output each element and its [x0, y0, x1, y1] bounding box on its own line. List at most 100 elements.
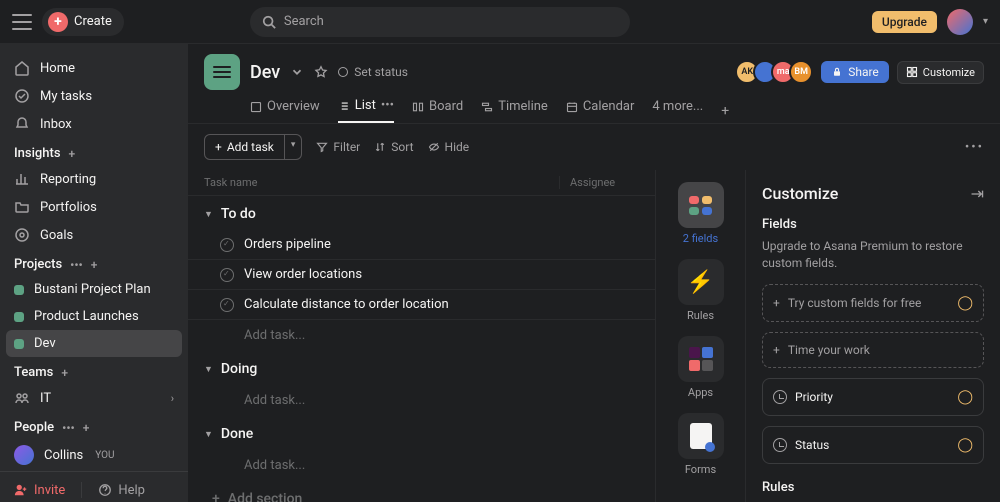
sidebar-item-project-launches[interactable]: Product Launches	[0, 303, 188, 330]
sidebar-item-project-dev[interactable]: Dev	[6, 330, 182, 357]
list-icon	[338, 100, 350, 112]
tab-list[interactable]: List •••	[338, 98, 394, 123]
sidebar-header-people[interactable]: People ••• +	[0, 412, 188, 439]
task-complete-checkbox[interactable]	[220, 238, 234, 252]
hide-button[interactable]: Hide	[428, 140, 470, 154]
add-task-inline[interactable]: Add task...	[188, 385, 655, 416]
chevron-down-icon[interactable]	[290, 65, 304, 79]
sidebar-item-my-tasks[interactable]: My tasks	[0, 82, 188, 110]
add-task-button[interactable]: + Add task	[204, 134, 285, 160]
sidebar-header-projects[interactable]: Projects ••• +	[0, 249, 188, 276]
add-tab-button[interactable]: +	[721, 103, 729, 119]
add-task-inline[interactable]: Add task...	[188, 450, 655, 481]
task-title: Calculate distance to order location	[244, 297, 449, 312]
plus-icon: +	[773, 343, 780, 357]
rail-rules[interactable]: ⚡	[678, 259, 724, 305]
sort-button[interactable]: Sort	[374, 140, 413, 154]
tab-board[interactable]: Board	[412, 99, 463, 122]
rail-forms[interactable]	[678, 413, 724, 459]
upgrade-button[interactable]: Upgrade	[872, 11, 937, 33]
more-icon[interactable]: •••	[62, 421, 75, 435]
plus-icon: +	[48, 12, 68, 32]
tab-timeline[interactable]: Timeline	[481, 99, 548, 122]
chevron-down-icon[interactable]: ▾	[983, 16, 988, 27]
priority-field-card[interactable]: Priority ◯	[762, 378, 984, 416]
rail-apps[interactable]	[678, 336, 724, 382]
plus-icon[interactable]: +	[91, 258, 98, 272]
chart-icon	[14, 171, 30, 187]
rules-heading: Rules	[762, 480, 984, 495]
rail-fields[interactable]	[678, 182, 724, 228]
apps-icon	[689, 347, 713, 371]
premium-icon: ◯	[957, 437, 973, 453]
task-complete-checkbox[interactable]	[220, 268, 234, 282]
member-avatars[interactable]: AK ma BM	[741, 60, 813, 84]
sidebar-item-person-collins[interactable]: Collins YOU	[0, 439, 188, 471]
sidebar-header-teams[interactable]: Teams +	[0, 357, 188, 384]
customize-button[interactable]: Customize	[897, 61, 984, 84]
sidebar-item-goals[interactable]: Goals	[0, 221, 188, 249]
add-task-dropdown[interactable]: ▾	[285, 134, 303, 160]
more-icon[interactable]: •••	[381, 98, 394, 113]
star-icon[interactable]	[314, 65, 328, 79]
avatar	[14, 445, 34, 465]
section-header-todo[interactable]: ▼ To do	[188, 196, 655, 230]
team-icon	[14, 390, 30, 406]
plus-icon: +	[773, 296, 780, 310]
bell-icon	[14, 116, 30, 132]
task-row[interactable]: Orders pipeline	[188, 230, 655, 260]
sidebar-item-project-bustani[interactable]: Bustani Project Plan	[0, 276, 188, 303]
help-icon	[98, 483, 112, 497]
sidebar-item-team-it[interactable]: IT ›	[0, 384, 188, 412]
task-row[interactable]: Calculate distance to order location	[188, 290, 655, 320]
plus-icon[interactable]: +	[83, 421, 90, 435]
triangle-down-icon: ▼	[204, 429, 213, 440]
toolbar-more[interactable]: •••	[965, 140, 984, 155]
menu-toggle[interactable]	[12, 14, 32, 30]
chevron-right-icon: ›	[171, 392, 174, 405]
project-color-dot	[14, 339, 24, 349]
sidebar-item-home[interactable]: Home	[0, 54, 188, 82]
tab-overview[interactable]: Overview	[250, 99, 320, 122]
triangle-down-icon: ▼	[204, 364, 213, 375]
task-complete-checkbox[interactable]	[220, 298, 234, 312]
sidebar-item-portfolios[interactable]: Portfolios	[0, 193, 188, 221]
tab-more[interactable]: 4 more...	[652, 99, 703, 122]
plus-icon: +	[212, 491, 220, 502]
sidebar-item-reporting[interactable]: Reporting	[0, 165, 188, 193]
filter-button[interactable]: Filter	[316, 140, 360, 154]
invite-button[interactable]: Invite	[14, 483, 65, 498]
plus-icon[interactable]: +	[69, 147, 76, 161]
help-button[interactable]: Help	[98, 483, 145, 498]
plus-icon: +	[215, 140, 222, 154]
tab-calendar[interactable]: Calendar	[566, 99, 635, 122]
fields-heading: Fields	[762, 217, 984, 232]
sidebar-item-inbox[interactable]: Inbox	[0, 110, 188, 138]
clock-icon	[773, 390, 787, 404]
add-section-button[interactable]: + Add section	[188, 481, 655, 502]
project-title: Dev	[250, 62, 280, 83]
status-button[interactable]: Set status	[338, 65, 408, 79]
section-header-doing[interactable]: ▼ Doing	[188, 351, 655, 385]
column-header-assignee[interactable]: Assignee	[559, 176, 639, 189]
target-icon	[14, 227, 30, 243]
section-header-done[interactable]: ▼ Done	[188, 416, 655, 450]
task-list: Task name Assignee ▼ To do Orders pipeli…	[188, 170, 655, 502]
plus-icon[interactable]: +	[61, 366, 68, 380]
create-button[interactable]: + Create	[42, 8, 124, 36]
collapse-icon[interactable]: ⇥	[971, 184, 984, 203]
share-button[interactable]: Share	[821, 61, 889, 83]
sort-icon	[374, 141, 386, 153]
user-avatar[interactable]	[947, 9, 973, 35]
try-custom-fields-card[interactable]: + Try custom fields for free ◯	[762, 284, 984, 322]
time-work-card[interactable]: + Time your work	[762, 332, 984, 368]
add-task-inline[interactable]: Add task...	[188, 320, 655, 351]
status-field-card[interactable]: Status ◯	[762, 426, 984, 464]
folder-icon	[14, 199, 30, 215]
column-header-task[interactable]: Task name	[204, 176, 559, 189]
more-icon[interactable]: •••	[70, 258, 83, 272]
search-input[interactable]: Search	[250, 7, 630, 37]
task-row[interactable]: View order locations	[188, 260, 655, 290]
fields-description: Upgrade to Asana Premium to restore cust…	[762, 238, 984, 272]
sidebar-header-insights[interactable]: Insights +	[0, 138, 188, 165]
